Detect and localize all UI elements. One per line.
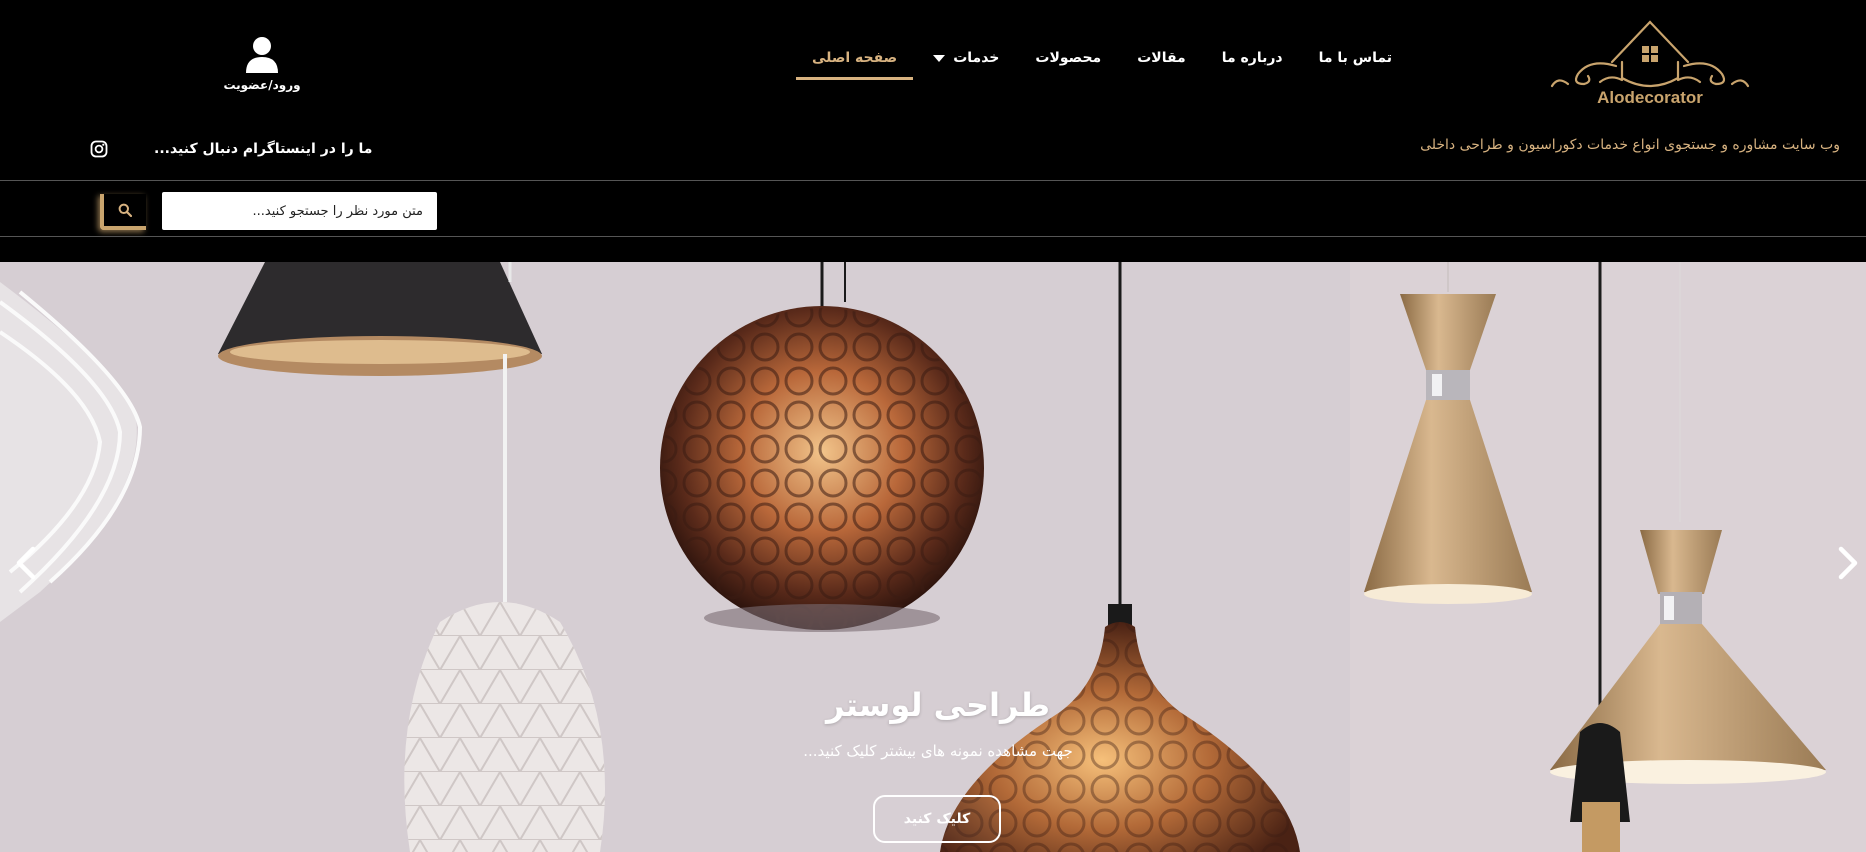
site-tagline: وب سایت مشاوره و جستجوی انواع خدمات دکور… [1420,137,1840,153]
nav-home-label: صفحه اصلی [811,50,898,66]
nav-products[interactable]: محصولات [1017,44,1119,80]
main-nav: صفحه اصلی خدمات محصولات مقالات درباره ما… [794,44,1410,84]
logo-house-icon [1550,20,1750,88]
nav-services-label: خدمات [953,50,1000,66]
nav-articles-label: مقالات [1137,50,1186,66]
slider-prev-button[interactable] [8,540,44,586]
nav-products-label: محصولات [1035,50,1102,66]
nav-home[interactable]: صفحه اصلی [794,44,915,80]
chevron-right-icon [1838,546,1858,580]
hero-slider: طراحی لوستر جهت مشاهده نمونه های بیشتر ک… [0,262,1866,852]
nav-contact[interactable]: تماس با ما [1301,44,1410,80]
logo-text: Alodecorator [1597,88,1703,107]
instagram-icon[interactable] [90,140,108,158]
site-logo[interactable]: Alodecorator [1550,16,1750,112]
caret-down-icon [933,54,946,62]
hero-subtitle: جهت مشاهده نمونه های بیشتر کلیک کنید... [803,742,1073,760]
nav-articles[interactable]: مقالات [1119,44,1204,80]
search-divider [0,236,1866,237]
nav-about-label: درباره ما [1221,50,1283,66]
chevron-left-icon [16,546,36,580]
instagram-follow-text[interactable]: ما را در اینستاگرام دنبال کنید... [154,141,372,157]
hero-background-image [0,262,1866,852]
hero-title: طراحی لوستر [825,686,1051,724]
header-divider [0,180,1866,181]
search-input[interactable] [162,192,437,230]
search-box [162,192,437,230]
search-button[interactable] [100,194,146,230]
site-header: Alodecorator صفحه اصلی خدمات محصولات مقا… [0,0,1866,262]
hero-cta-button[interactable]: کلیک کنید [873,795,1001,843]
nav-about[interactable]: درباره ما [1204,44,1301,80]
user-icon [246,37,278,73]
search-icon [118,203,132,217]
login-label: ورود/عضویت [223,78,301,92]
nav-contact-label: تماس با ما [1318,50,1392,66]
login-button[interactable]: ورود/عضویت [222,36,302,92]
nav-services[interactable]: خدمات [915,44,1017,80]
slider-next-button[interactable] [1830,540,1866,586]
